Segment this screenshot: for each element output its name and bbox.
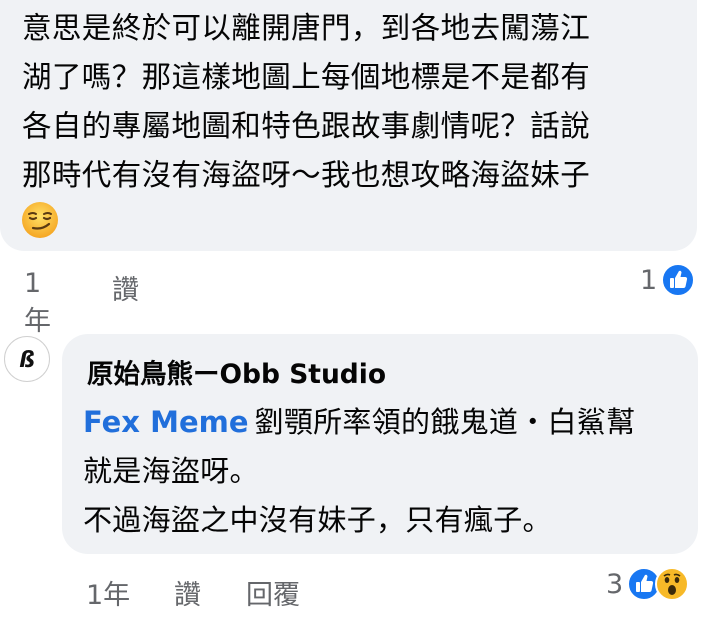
reaction-summary[interactable]: 3 xyxy=(606,566,690,602)
comment-line: 那時代有沒有海盜呀～我也想攻略海盜妹子 xyxy=(22,158,591,192)
reply-text: Fex Meme 劉顎所率領的餓鬼道・白鯊幫 就是海盜呀。 不過海盜之中沒有妹子，… xyxy=(83,398,635,545)
reply-timestamp[interactable]: 1年 xyxy=(86,573,130,612)
reply-bubble: 原始鳥熊ーObb Studio Fex Meme 劉顎所率領的餓鬼道・白鯊幫 就是… xyxy=(62,334,698,554)
reply-line-text: 劉顎所率領的餓鬼道・白鯊幫 xyxy=(254,405,636,439)
comment-line: 湖了嗎？那這樣地圖上每個地標是不是都有 xyxy=(22,60,591,94)
reaction-count: 1 xyxy=(640,264,658,296)
svg-text:ß: ß xyxy=(19,348,35,373)
like-button[interactable]: 讚 xyxy=(174,573,201,612)
comment-line: 各自的專屬地圖和特色跟故事劇情呢？話說 xyxy=(22,109,591,143)
comment-thread: 意思是終於可以離開唐門，到各地去闖蕩江 湖了嗎？那這樣地圖上每個地標是不是都有 … xyxy=(0,0,723,624)
comment-line: 意思是終於可以離開唐門，到各地去闖蕩江 xyxy=(22,11,591,45)
obb-studio-logo-icon: ß xyxy=(19,348,35,373)
reply-line: 不過海盜之中沒有妹子，只有瘋子。 xyxy=(83,503,552,537)
smirking-face-emoji-icon xyxy=(22,202,58,238)
comment-text: 意思是終於可以離開唐門，到各地去闖蕩江 湖了嗎？那這樣地圖上每個地標是不是都有 … xyxy=(22,4,682,200)
mention-link[interactable]: Fex Meme xyxy=(83,405,249,439)
wow-reaction-icon xyxy=(655,567,690,601)
reply-line: Fex Meme 劉顎所率領的餓鬼道・白鯊幫 xyxy=(83,398,635,447)
like-button[interactable]: 讚 xyxy=(112,268,139,307)
comment-author[interactable]: 原始鳥熊ーObb Studio xyxy=(87,352,386,391)
like-reaction-icon xyxy=(661,263,696,297)
reply-line: 就是海盜呀。 xyxy=(83,454,259,488)
reaction-count: 3 xyxy=(606,568,624,600)
reply-button[interactable]: 回覆 xyxy=(246,573,300,612)
comment-timestamp[interactable]: 1年 xyxy=(24,268,51,338)
avatar[interactable]: ß xyxy=(4,336,50,382)
reaction-summary[interactable]: 1 xyxy=(640,262,696,298)
